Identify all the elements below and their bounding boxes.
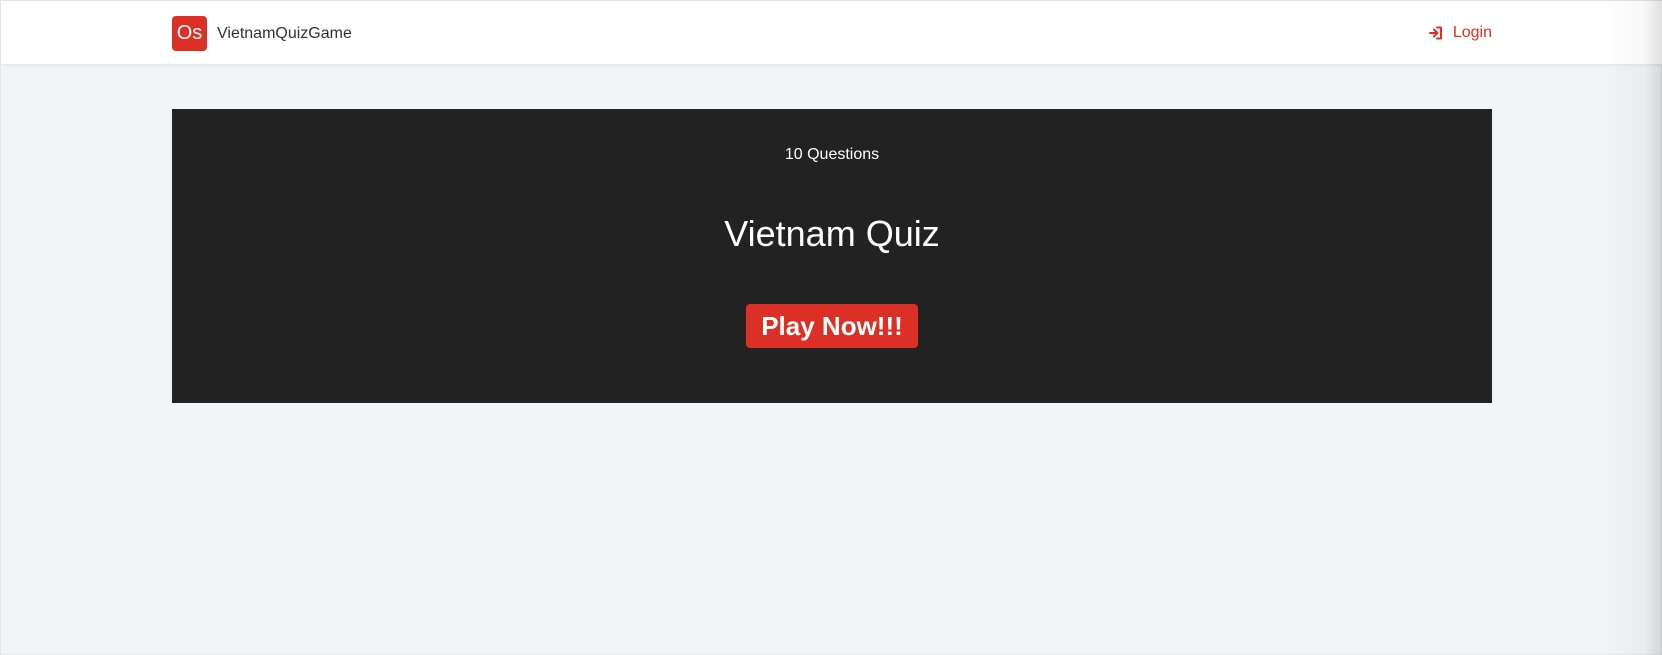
brand-logo: Os (172, 16, 207, 51)
brand-name: VietnamQuizGame (217, 25, 352, 42)
question-count: 10 Questions (784, 146, 880, 163)
sign-in-icon (1428, 26, 1443, 40)
login-link[interactable]: Login (1428, 21, 1492, 45)
page: Os VietnamQuizGame Login 10 Questions Vi… (0, 0, 1662, 655)
browser-viewport: Os VietnamQuizGame Login 10 Questions Vi… (0, 0, 1662, 655)
brand-link[interactable]: Os VietnamQuizGame (172, 16, 352, 51)
login-label: Login (1452, 24, 1492, 41)
play-now-button[interactable]: Play Now!!! (746, 304, 918, 348)
top-navbar: Os VietnamQuizGame Login (1, 1, 1662, 65)
quiz-hero: 10 Questions Vietnam Quiz Play Now!!! (172, 109, 1492, 403)
quiz-title: Vietnam Quiz (724, 213, 940, 254)
